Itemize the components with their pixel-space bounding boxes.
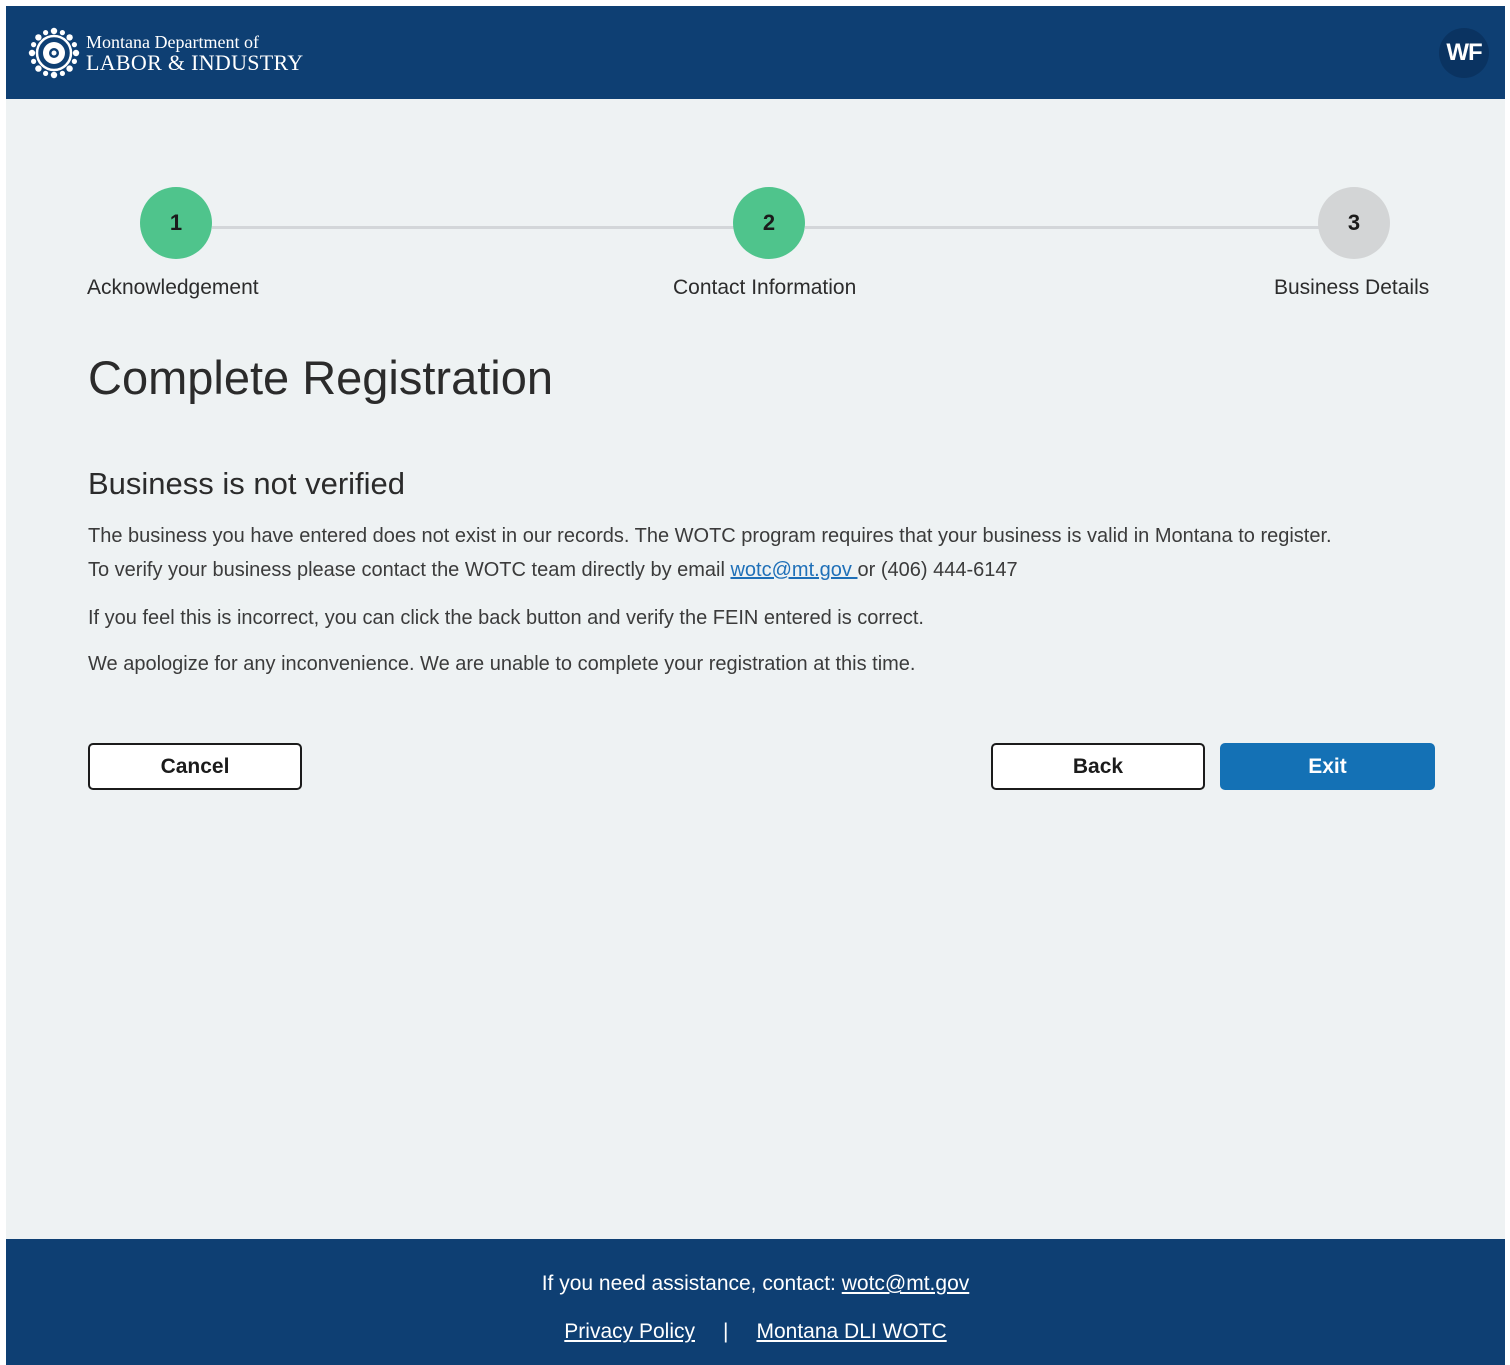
gear-seal-icon — [28, 27, 80, 79]
step-2-label: Contact Information — [673, 276, 857, 299]
stepper-connector-1 — [212, 226, 736, 229]
message-line-1: The business you have entered does not e… — [88, 525, 1332, 547]
step-1-circle: 1 — [140, 187, 212, 259]
exit-button[interactable]: Exit — [1220, 743, 1435, 790]
logo-line-1: Montana Department of — [86, 31, 259, 52]
page-footer: If you need assistance, contact: wotc@mt… — [6, 1239, 1505, 1365]
contact-email-link[interactable]: wotc@mt.gov — [730, 559, 857, 581]
footer-help-text: If you need assistance, contact: — [541, 1272, 842, 1295]
cancel-button[interactable]: Cancel — [88, 743, 302, 790]
footer-links: Privacy Policy | Montana DLI WOTC — [6, 1320, 1505, 1344]
logo-line-2: LABOR & INDUSTRY — [86, 49, 304, 75]
footer-email-link[interactable]: wotc@mt.gov — [842, 1272, 970, 1295]
step-2-circle: 2 — [733, 187, 805, 259]
dli-wotc-link[interactable]: Montana DLI WOTC — [756, 1320, 946, 1343]
privacy-policy-link[interactable]: Privacy Policy — [564, 1320, 695, 1343]
department-logo[interactable]: Montana Department of LABOR & INDUSTRY — [28, 26, 303, 80]
user-avatar[interactable]: WF — [1439, 28, 1489, 78]
top-header: Montana Department of LABOR & INDUSTRY W… — [6, 6, 1505, 99]
footer-help: If you need assistance, contact: wotc@mt… — [6, 1272, 1505, 1296]
back-button[interactable]: Back — [991, 743, 1205, 790]
stepper-connector-2 — [805, 226, 1319, 229]
message-line-2-text: To verify your business please contact t… — [88, 559, 731, 581]
page-title: Complete Registration — [88, 351, 553, 404]
logo-text: Montana Department of LABOR & INDUSTRY — [86, 33, 303, 74]
fein-message: If you feel this is incorrect, you can c… — [88, 607, 924, 629]
step-3-label: Business Details — [1274, 276, 1430, 299]
apology-message: We apologize for any inconvenience. We a… — [88, 653, 916, 675]
step-1-label: Acknowledgement — [87, 276, 259, 299]
verification-message: The business you have entered does not e… — [88, 519, 1448, 587]
contact-phone-text: or (406) 444-6147 — [857, 559, 1018, 581]
message-line-2: To verify your business please contact t… — [88, 553, 1448, 587]
footer-separator: | — [723, 1320, 729, 1343]
step-3-circle: 3 — [1318, 187, 1390, 259]
app-frame: Montana Department of LABOR & INDUSTRY W… — [6, 6, 1505, 1365]
section-title: Business is not verified — [88, 466, 406, 501]
